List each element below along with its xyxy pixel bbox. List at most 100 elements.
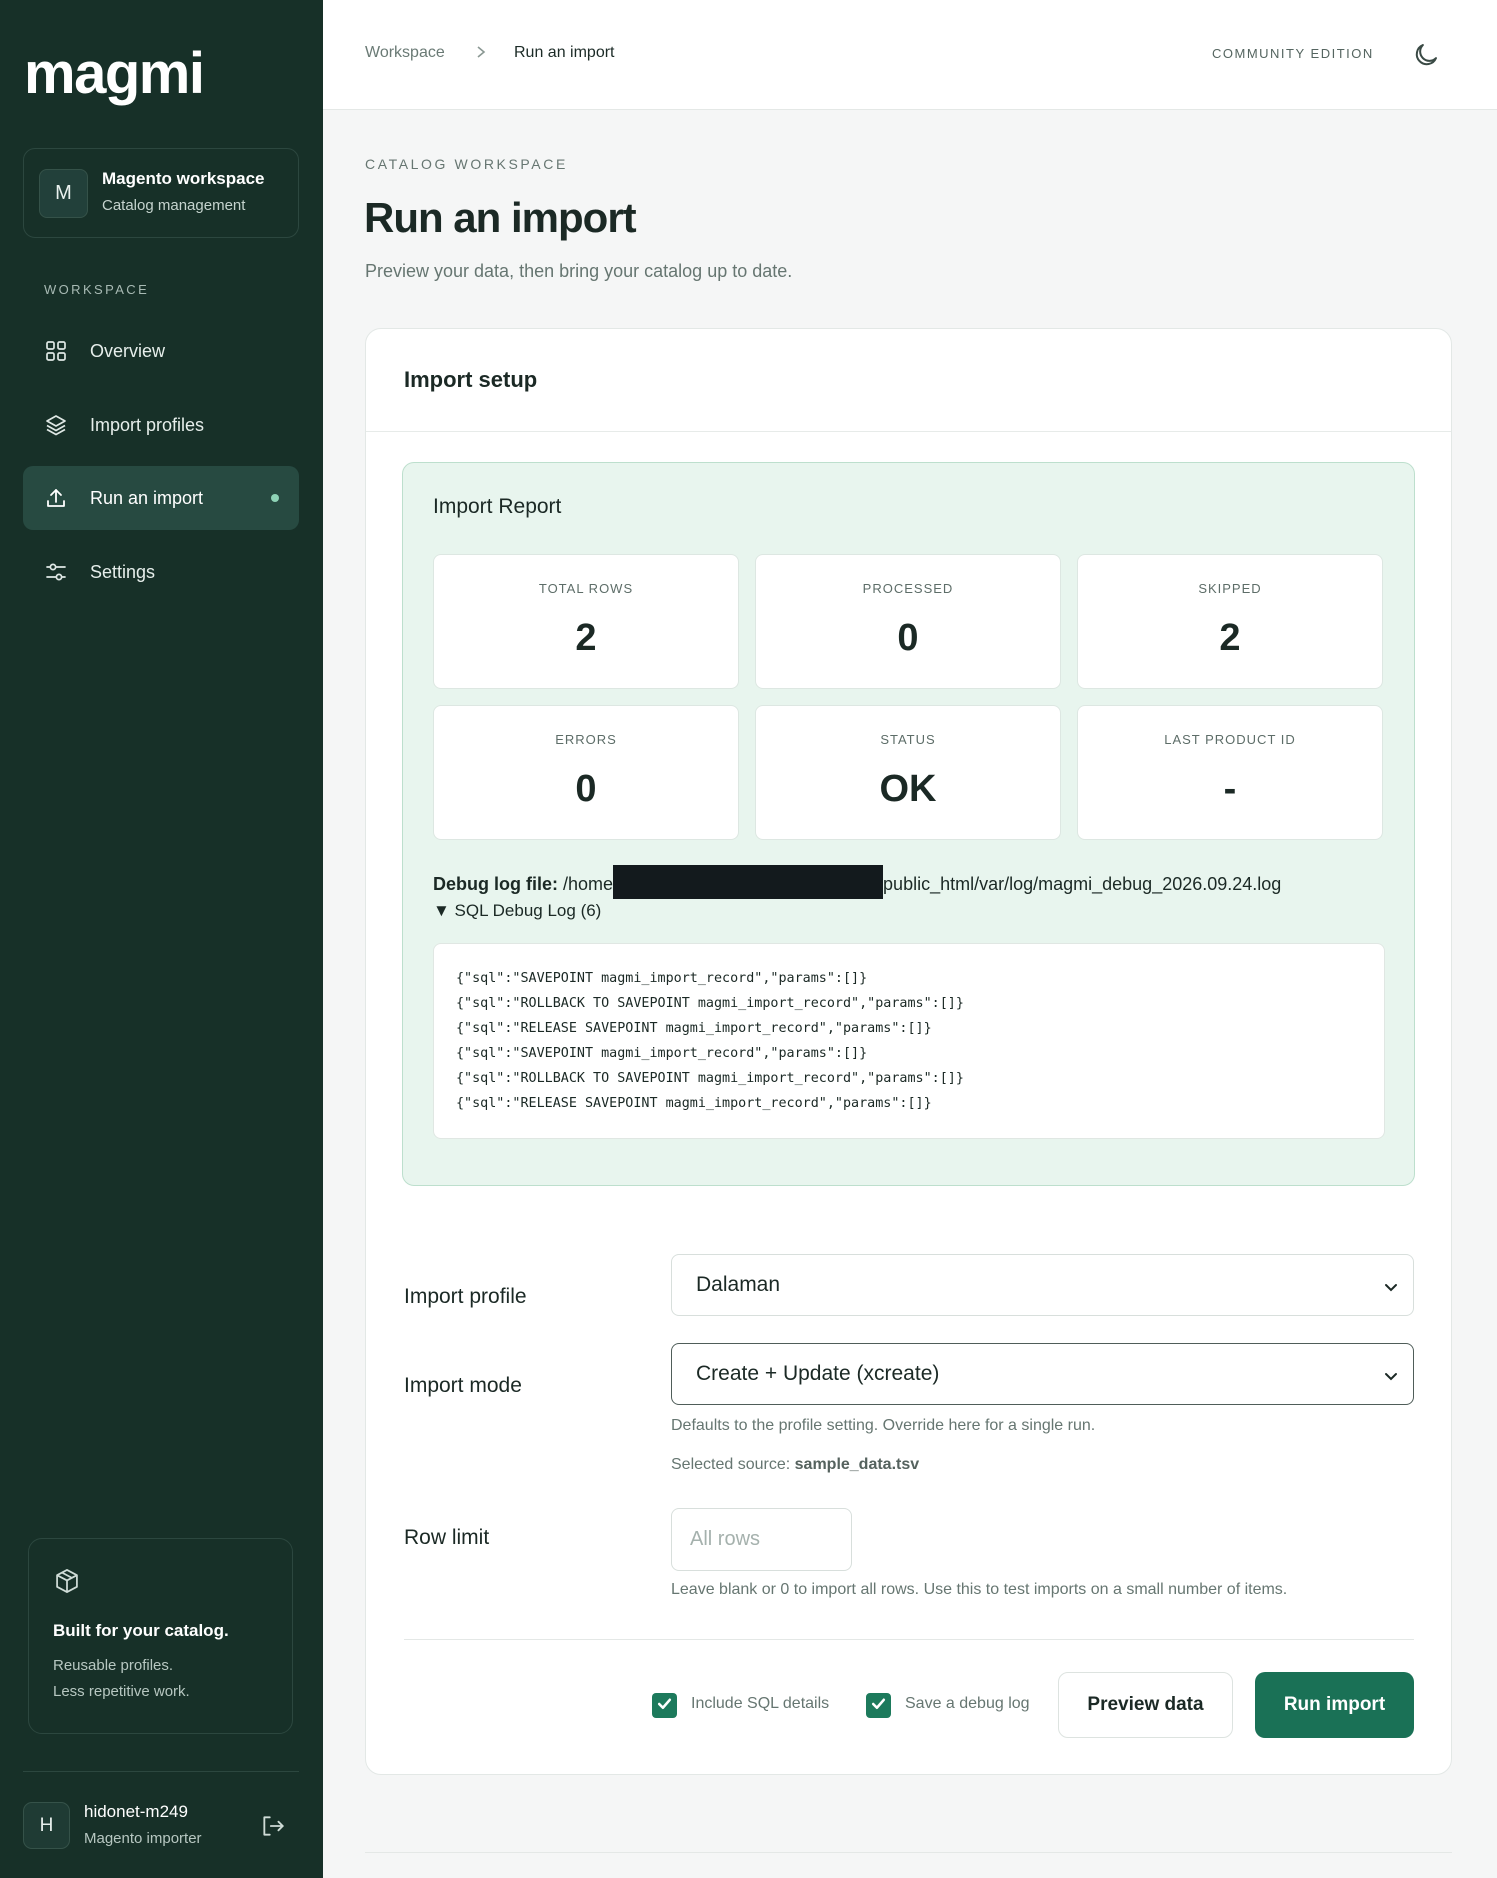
promo-line: Reusable profiles. (53, 1657, 174, 1674)
debug-log-file: Debug log file: /home public_html/var/log… (433, 865, 1282, 899)
include-sql-details-checkbox[interactable] (652, 1693, 677, 1718)
stat-value: 0 (575, 768, 597, 810)
check-icon (870, 1695, 887, 1717)
avatar[interactable]: H (23, 1802, 70, 1849)
row-limit-label: Row limit (404, 1526, 490, 1549)
workspace-switcher[interactable]: M Magento workspace Catalog management (23, 148, 299, 238)
sidebar-item-label: Run an import (90, 487, 204, 508)
import-mode-hint: Defaults to the profile setting. Overrid… (671, 1417, 1096, 1434)
app-logo[interactable]: magmi (24, 40, 205, 107)
page-subtitle: Preview your data, then bring your catal… (365, 261, 793, 281)
import-report: Import Report TOTAL ROWS 2 PROCESSED 0 S… (402, 462, 1415, 1186)
stat-label: TOTAL ROWS (538, 581, 634, 596)
debug-log-path-end: public_html/var/log/magmi_debug_2026.09.… (883, 873, 1282, 894)
user-name: hidonet-m249 (84, 1802, 188, 1821)
edition-badge: COMMUNITY EDITION (1212, 46, 1374, 61)
sql-log-line: {"sql":"ROLLBACK TO SAVEPOINT magmi_impo… (456, 1071, 964, 1086)
stat-value: 2 (575, 617, 597, 659)
row-limit-hint: Leave blank or 0 to import all rows. Use… (671, 1581, 1288, 1598)
promo-title: Built for your catalog. (53, 1621, 229, 1640)
upload-icon (43, 485, 69, 511)
import-setup-card: Import setup Import Report TOTAL ROWS 2 … (365, 328, 1452, 1775)
debug-log-path-start: /home (563, 873, 614, 894)
save-debug-log-label[interactable]: Save a debug log (905, 1695, 1030, 1713)
run-import-button[interactable]: Run import (1255, 1672, 1414, 1738)
sidebar: magmi M Magento workspace Catalog manage… (0, 0, 323, 1878)
sidebar-item-label: Overview (90, 340, 166, 361)
sql-log-line: {"sql":"ROLLBACK TO SAVEPOINT magmi_impo… (456, 996, 964, 1011)
stat-status: STATUS OK (755, 705, 1061, 840)
import-profile-value: Dalaman (696, 1273, 781, 1296)
sidebar-item-label: Settings (90, 561, 156, 582)
selected-source-file: sample_data.tsv (794, 1456, 920, 1473)
page-eyebrow: CATALOG WORKSPACE (365, 156, 568, 172)
promo-card: Built for your catalog. Reusable profile… (28, 1538, 293, 1734)
stat-last-product-id: LAST PRODUCT ID - (1077, 705, 1383, 840)
import-profile-label: Import profile (404, 1285, 527, 1308)
user-role: Magento importer (84, 1830, 202, 1847)
breadcrumb-current: Run an import (514, 44, 615, 61)
sidebar-item-label: Import profiles (90, 414, 205, 435)
active-indicator-dot (271, 494, 279, 502)
sql-debug-log: {"sql":"SAVEPOINT magmi_import_record","… (433, 943, 1385, 1139)
import-mode-value: Create + Update (xcreate) (696, 1362, 940, 1385)
logout-icon[interactable] (260, 1813, 286, 1844)
grid-icon (43, 338, 69, 364)
page-title: Run an import (364, 194, 637, 241)
divider (365, 1852, 1452, 1853)
stat-label: ERRORS (555, 732, 617, 747)
nav-heading: WORKSPACE (44, 282, 150, 297)
sidebar-item-settings[interactable]: Settings (23, 540, 299, 604)
report-title: Import Report (433, 495, 562, 518)
stat-errors: ERRORS 0 (433, 705, 739, 840)
workspace-avatar: M (39, 169, 88, 218)
card-title: Import setup (404, 367, 538, 392)
divider (404, 1639, 1414, 1640)
stat-value: - (1223, 768, 1237, 810)
sql-log-line: {"sql":"SAVEPOINT magmi_import_record","… (456, 1046, 868, 1061)
chevron-down-icon (1383, 1366, 1399, 1390)
preview-data-button[interactable]: Preview data (1058, 1672, 1233, 1738)
selected-source-label: Selected source: (671, 1456, 791, 1473)
box-icon (53, 1567, 81, 1600)
stat-label: LAST PRODUCT ID (1164, 732, 1296, 747)
stat-label: PROCESSED (862, 581, 954, 596)
stat-value: OK (879, 768, 937, 810)
divider (366, 431, 1451, 432)
sliders-icon (43, 559, 69, 585)
stat-total-rows: TOTAL ROWS 2 (433, 554, 739, 689)
breadcrumb-workspace[interactable]: Workspace (365, 44, 445, 62)
top-bar: Workspace Run an import COMMUNITY EDITIO… (323, 0, 1497, 110)
stat-label: SKIPPED (1198, 581, 1262, 596)
redacted-block (613, 865, 884, 899)
sidebar-item-run-import[interactable]: Run an import (23, 466, 299, 530)
divider (23, 1771, 299, 1772)
stat-skipped: SKIPPED 2 (1077, 554, 1383, 689)
selected-source: Selected source: sample_data.tsv (671, 1456, 919, 1474)
sql-log-line: {"sql":"RELEASE SAVEPOINT magmi_import_r… (456, 1096, 932, 1111)
include-sql-details-label[interactable]: Include SQL details (691, 1695, 829, 1713)
save-debug-log-checkbox[interactable] (866, 1693, 891, 1718)
stat-value: 0 (897, 617, 919, 659)
sql-debug-log-toggle[interactable]: ▼ SQL Debug Log (6) (433, 901, 601, 921)
moon-icon[interactable] (1411, 40, 1441, 75)
sidebar-item-overview[interactable]: Overview (23, 319, 299, 383)
chevron-right-icon (474, 44, 488, 65)
sidebar-item-import-profiles[interactable]: Import profiles (23, 393, 299, 457)
check-icon (656, 1695, 673, 1717)
stat-label: STATUS (880, 732, 936, 747)
import-mode-label: Import mode (404, 1374, 522, 1397)
stat-processed: PROCESSED 0 (755, 554, 1061, 689)
workspace-subtitle: Catalog management (102, 197, 246, 214)
debug-log-label: Debug log file: (433, 873, 558, 894)
import-profile-select[interactable]: Dalaman (671, 1254, 1414, 1316)
sql-log-line: {"sql":"SAVEPOINT magmi_import_record","… (456, 971, 868, 986)
promo-line: Less repetitive work. (53, 1683, 190, 1700)
workspace-name: Magento workspace (102, 169, 265, 188)
stat-value: 2 (1219, 617, 1241, 659)
row-limit-input[interactable] (671, 1508, 852, 1571)
chevron-down-icon (1383, 1277, 1399, 1301)
sql-log-line: {"sql":"RELEASE SAVEPOINT magmi_import_r… (456, 1021, 932, 1036)
import-mode-select[interactable]: Create + Update (xcreate) (671, 1343, 1414, 1405)
layers-icon (43, 412, 69, 438)
